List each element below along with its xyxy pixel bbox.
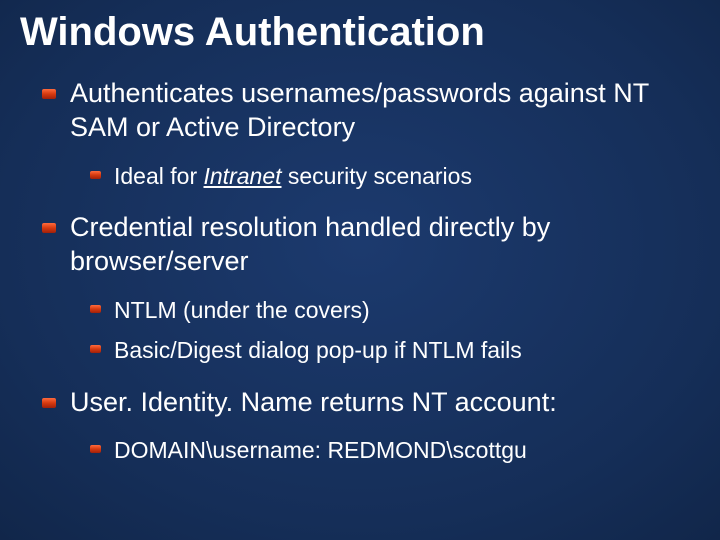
bullet-list-level2: DOMAIN\username: REDMOND\scottgu	[70, 433, 700, 468]
bullet-item: NTLM (under the covers)	[114, 293, 700, 328]
bullet-item: Credential resolution handled directly b…	[70, 211, 700, 368]
bullet-list-level2: Ideal for Intranet security scenarios	[70, 159, 700, 194]
bullet-text: User. Identity. Name returns NT account:	[70, 387, 557, 417]
bullet-text: DOMAIN\username: REDMOND\scottgu	[114, 437, 527, 463]
slide: Windows Authentication Authenticates use…	[0, 0, 720, 540]
bullet-item: User. Identity. Name returns NT account:…	[70, 386, 700, 468]
bullet-item: Authenticates usernames/passwords agains…	[70, 77, 700, 193]
bullet-text-part: Ideal for	[114, 163, 204, 189]
bullet-emphasis: Intranet	[204, 163, 282, 189]
bullet-text: NTLM (under the covers)	[114, 297, 370, 323]
slide-title: Windows Authentication	[20, 10, 700, 55]
bullet-text: Basic/Digest dialog pop-up if NTLM fails	[114, 337, 522, 363]
bullet-text-part: security scenarios	[282, 163, 472, 189]
bullet-text: Credential resolution handled directly b…	[70, 212, 550, 276]
bullet-list-level2: NTLM (under the covers) Basic/Digest dia…	[70, 293, 700, 368]
bullet-item: DOMAIN\username: REDMOND\scottgu	[114, 433, 700, 468]
bullet-item: Ideal for Intranet security scenarios	[114, 159, 700, 194]
bullet-item: Basic/Digest dialog pop-up if NTLM fails	[114, 333, 700, 368]
bullet-list-level1: Authenticates usernames/passwords agains…	[20, 77, 700, 468]
bullet-text: Authenticates usernames/passwords agains…	[70, 78, 649, 142]
